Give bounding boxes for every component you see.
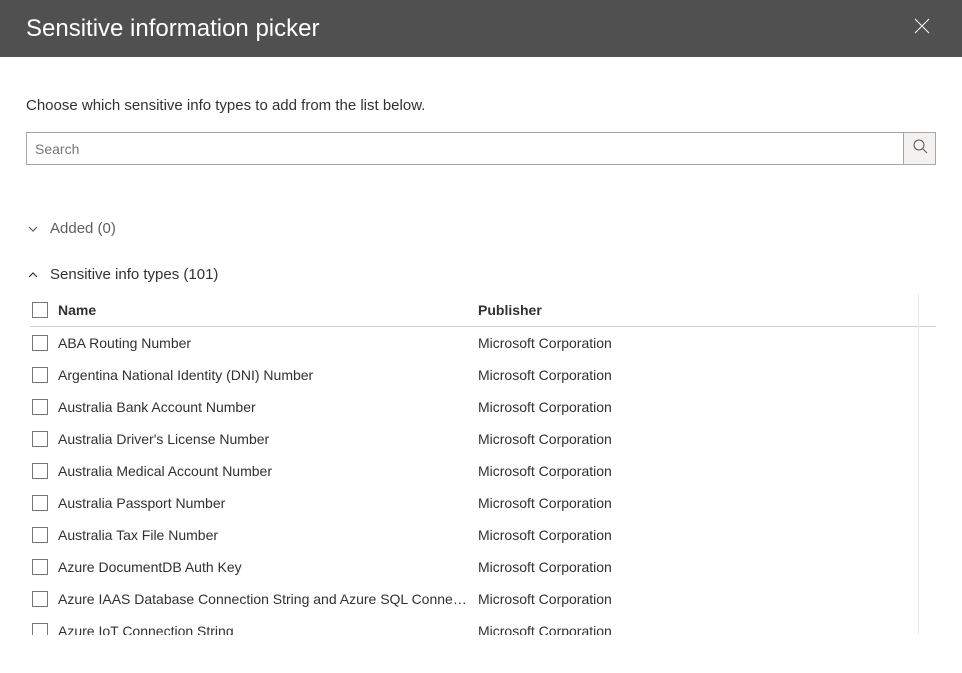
dialog-header: Sensitive information picker xyxy=(0,0,962,57)
row-check-cell xyxy=(30,559,58,575)
row-checkbox[interactable] xyxy=(32,527,48,543)
row-check-cell xyxy=(30,335,58,351)
row-check-cell xyxy=(30,367,58,383)
row-checkbox[interactable] xyxy=(32,335,48,351)
row-name: Australia Passport Number xyxy=(58,495,478,511)
row-publisher: Microsoft Corporation xyxy=(478,591,936,607)
table-row[interactable]: ABA Routing NumberMicrosoft Corporation xyxy=(30,327,936,359)
search-input[interactable] xyxy=(26,132,903,165)
row-publisher: Microsoft Corporation xyxy=(478,527,936,543)
search-row xyxy=(26,132,936,165)
dialog-body: Choose which sensitive info types to add… xyxy=(0,57,962,635)
row-name: ABA Routing Number xyxy=(58,335,478,351)
row-checkbox[interactable] xyxy=(32,431,48,447)
types-table: Name Publisher ABA Routing NumberMicroso… xyxy=(30,293,936,635)
row-checkbox[interactable] xyxy=(32,399,48,415)
row-check-cell xyxy=(30,623,58,635)
table-row[interactable]: Azure IoT Connection StringMicrosoft Cor… xyxy=(30,615,936,635)
section-types-label: Sensitive info types (101) xyxy=(50,266,218,283)
select-all-checkbox[interactable] xyxy=(32,302,48,318)
table-body[interactable]: ABA Routing NumberMicrosoft CorporationA… xyxy=(30,327,936,635)
table-row[interactable]: Australia Tax File NumberMicrosoft Corpo… xyxy=(30,519,936,551)
row-publisher: Microsoft Corporation xyxy=(478,495,936,511)
search-icon xyxy=(912,138,928,159)
row-checkbox[interactable] xyxy=(32,367,48,383)
row-check-cell xyxy=(30,431,58,447)
chevron-up-icon xyxy=(26,268,40,282)
row-name: Argentina National Identity (DNI) Number xyxy=(58,367,478,383)
row-check-cell xyxy=(30,527,58,543)
row-check-cell xyxy=(30,463,58,479)
row-name: Azure IAAS Database Connection String an… xyxy=(58,591,478,607)
instructions-text: Choose which sensitive info types to add… xyxy=(26,97,936,114)
table-row[interactable]: Azure DocumentDB Auth KeyMicrosoft Corpo… xyxy=(30,551,936,583)
row-checkbox[interactable] xyxy=(32,495,48,511)
row-check-cell xyxy=(30,495,58,511)
table-row[interactable]: Argentina National Identity (DNI) Number… xyxy=(30,359,936,391)
row-checkbox[interactable] xyxy=(32,623,48,635)
row-name: Australia Medical Account Number xyxy=(58,463,478,479)
row-publisher: Microsoft Corporation xyxy=(478,335,936,351)
row-publisher: Microsoft Corporation xyxy=(478,399,936,415)
row-checkbox[interactable] xyxy=(32,591,48,607)
row-name: Australia Bank Account Number xyxy=(58,399,478,415)
chevron-down-icon xyxy=(26,222,40,236)
sections: Added (0) Sensitive info types (101) Nam… xyxy=(26,220,936,635)
section-added-header[interactable]: Added (0) xyxy=(26,220,936,237)
table-row[interactable]: Australia Medical Account NumberMicrosof… xyxy=(30,455,936,487)
row-publisher: Microsoft Corporation xyxy=(478,559,936,575)
row-checkbox[interactable] xyxy=(32,559,48,575)
table-row[interactable]: Australia Bank Account NumberMicrosoft C… xyxy=(30,391,936,423)
row-name: Australia Driver's License Number xyxy=(58,431,478,447)
section-added-label: Added (0) xyxy=(50,220,116,237)
row-publisher: Microsoft Corporation xyxy=(478,431,936,447)
section-types-header[interactable]: Sensitive info types (101) xyxy=(26,266,936,283)
column-header-publisher[interactable]: Publisher xyxy=(478,302,936,318)
column-header-name[interactable]: Name xyxy=(58,302,478,318)
row-publisher: Microsoft Corporation xyxy=(478,367,936,383)
row-publisher: Microsoft Corporation xyxy=(478,623,936,635)
table-row[interactable]: Azure IAAS Database Connection String an… xyxy=(30,583,936,615)
row-check-cell xyxy=(30,591,58,607)
close-icon xyxy=(914,18,930,39)
search-button[interactable] xyxy=(903,132,936,165)
table-row[interactable]: Australia Driver's License NumberMicroso… xyxy=(30,423,936,455)
dialog-title: Sensitive information picker xyxy=(26,15,319,43)
row-name: Azure DocumentDB Auth Key xyxy=(58,559,478,575)
row-checkbox[interactable] xyxy=(32,463,48,479)
row-check-cell xyxy=(30,399,58,415)
close-button[interactable] xyxy=(906,13,938,45)
row-name: Australia Tax File Number xyxy=(58,527,478,543)
select-all-cell xyxy=(30,302,58,318)
table-row[interactable]: Australia Passport NumberMicrosoft Corpo… xyxy=(30,487,936,519)
row-publisher: Microsoft Corporation xyxy=(478,463,936,479)
table-header-row: Name Publisher xyxy=(30,293,936,327)
row-name: Azure IoT Connection String xyxy=(58,623,478,635)
